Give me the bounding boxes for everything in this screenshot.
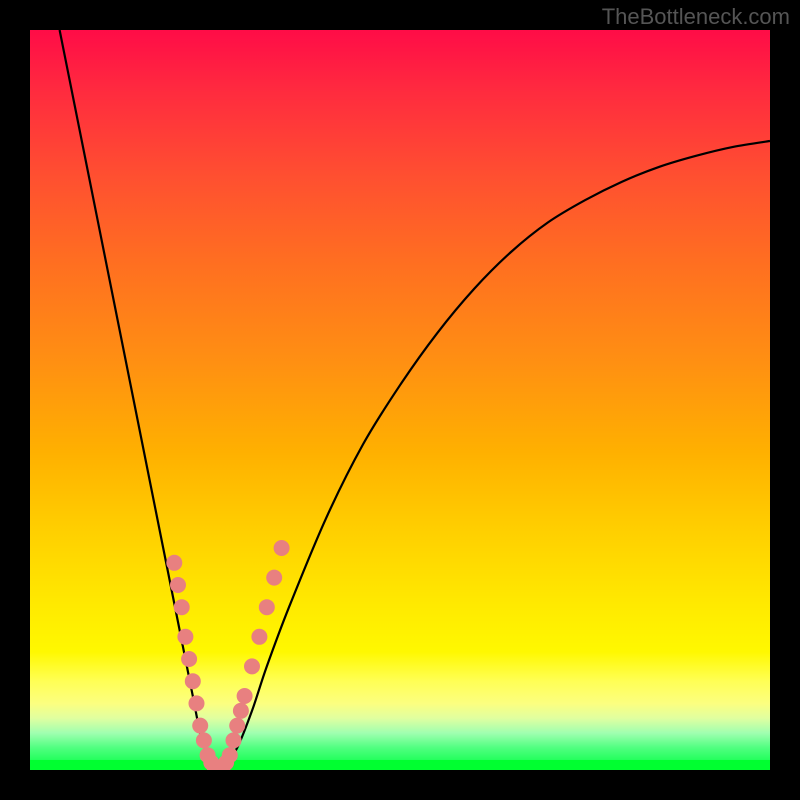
marker-dot <box>244 658 260 674</box>
watermark-text: TheBottleneck.com <box>602 4 790 30</box>
marker-dot <box>192 718 208 734</box>
marker-dot <box>170 577 186 593</box>
marker-dot <box>229 718 245 734</box>
marker-dot <box>274 540 290 556</box>
marker-dot <box>259 599 275 615</box>
curve-svg <box>30 30 770 770</box>
marker-dot <box>251 629 267 645</box>
marker-dot <box>266 570 282 586</box>
curve-paths-group <box>60 30 770 770</box>
marker-dot <box>185 673 201 689</box>
marker-dot <box>196 732 212 748</box>
marker-dot <box>226 732 242 748</box>
marker-dot <box>174 599 190 615</box>
marker-dot <box>222 747 238 763</box>
marker-dot <box>189 695 205 711</box>
curve-left-curve <box>60 30 223 770</box>
marker-dot <box>233 703 249 719</box>
curve-right-curve <box>222 141 770 770</box>
marker-dot <box>181 651 197 667</box>
marker-dot <box>237 688 253 704</box>
marker-dot <box>177 629 193 645</box>
chart-container <box>30 30 770 770</box>
marker-dot <box>166 555 182 571</box>
